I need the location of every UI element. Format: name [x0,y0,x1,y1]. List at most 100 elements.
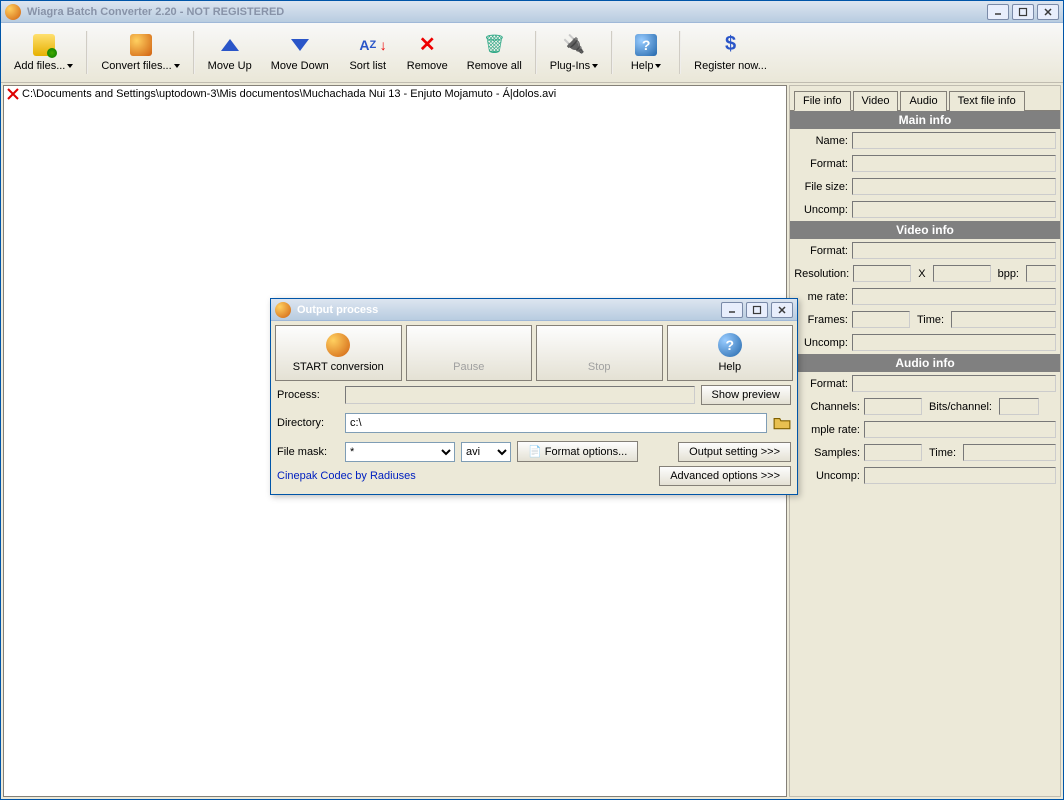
chevron-down-icon [174,64,180,68]
value-audio-format [852,375,1056,392]
extension-select[interactable]: avi [461,442,511,462]
sort-list-button[interactable]: AZ Sort list [339,25,397,80]
process-field [345,386,695,404]
value-res-w [853,265,911,282]
section-main-info: Main info [790,111,1060,129]
value-video-format [852,242,1056,259]
label-samples: Samples: [794,447,860,459]
label-format: Format: [794,158,848,170]
value-frames [852,311,910,328]
label-uncomp: Uncomp: [794,204,848,216]
file-path: C:\Documents and Settings\uptodown-3\Mis… [22,88,556,100]
value-video-time [951,311,1056,328]
value-audio-uncomp [864,467,1056,484]
tab-file-info[interactable]: File info [794,91,851,111]
label-file-size: File size: [794,181,848,193]
label-name: Name: [794,135,848,147]
output-process-dialog: Output process START conversion Pause St… [270,298,798,495]
convert-files-button[interactable]: Convert files... [92,25,188,80]
plug-icon: 🔌 [563,34,585,56]
convert-icon [326,333,350,357]
maximize-button[interactable] [1012,4,1034,20]
label-frame-rate: me rate: [794,291,848,303]
dialog-help-button[interactable]: ? Help [667,325,794,381]
value-bpp [1026,265,1056,282]
section-video-info: Video info [790,221,1060,239]
stop-button[interactable]: Stop [536,325,663,381]
start-conversion-button[interactable]: START conversion [275,325,402,381]
format-options-button[interactable]: 📄 Format options... [517,441,638,462]
pause-icon [457,333,481,357]
chevron-down-icon [592,64,598,68]
tab-text-file-info[interactable]: Text file info [949,91,1025,111]
remove-button[interactable]: ✕ Remove [398,25,457,80]
app-icon [275,302,291,318]
output-setting-button[interactable]: Output setting >>> [678,442,791,462]
label-audio-format: Format: [794,378,848,390]
label-process: Process: [277,389,339,401]
open-folder-icon[interactable] [773,414,791,432]
label-directory: Directory: [277,417,339,429]
trash-icon: 🗑 [483,34,505,56]
plugins-button[interactable]: 🔌 Plug-Ins [541,25,607,80]
advanced-options-button[interactable]: Advanced options >>> [659,466,791,486]
label-file-mask: File mask: [277,446,339,458]
value-samples [864,444,922,461]
value-frame-rate [852,288,1056,305]
label-sample-rate: mple rate: [794,424,860,436]
info-panel: File info Video Audio Text file info Mai… [789,85,1061,797]
label-video-uncomp: Uncomp: [794,337,848,349]
chevron-down-icon [655,64,661,68]
codec-link[interactable]: Cinepak Codec by Radiuses [277,470,416,482]
tab-audio[interactable]: Audio [900,91,946,111]
file-mask-select[interactable]: * [345,442,455,462]
dialog-titlebar[interactable]: Output process [271,299,797,321]
minimize-button[interactable] [987,4,1009,20]
value-sample-rate [864,421,1056,438]
dialog-title: Output process [297,304,721,316]
section-audio-info: Audio info [790,354,1060,372]
dialog-close-button[interactable] [771,302,793,318]
label-resolution: Resolution: [794,268,849,280]
value-uncomp [852,201,1056,218]
options-icon: 📄 [528,446,542,458]
arrow-down-icon [291,39,309,51]
add-files-button[interactable]: Add files... [5,25,82,80]
main-toolbar: Add files... Convert files... Move Up Mo… [1,23,1063,83]
value-format [852,155,1056,172]
value-bits-channel [999,398,1039,415]
register-now-button[interactable]: $ Register now... [685,25,776,80]
value-name [852,132,1056,149]
info-tabs: File info Video Audio Text file info [790,86,1060,110]
move-down-button[interactable]: Move Down [262,25,338,80]
chevron-down-icon [67,64,73,68]
show-preview-button[interactable]: Show preview [701,385,791,405]
convert-icon [130,34,152,56]
stop-icon [587,333,611,357]
dialog-maximize-button[interactable] [746,302,768,318]
directory-input[interactable] [345,413,767,433]
folder-add-icon [33,34,55,56]
value-channels [864,398,922,415]
help-icon: ? [718,333,742,357]
value-video-uncomp [852,334,1056,351]
help-icon: ? [635,34,657,56]
pause-button[interactable]: Pause [406,325,533,381]
tab-video[interactable]: Video [853,91,899,111]
file-error-icon [6,87,20,101]
move-up-button[interactable]: Move Up [199,25,261,80]
main-titlebar[interactable]: Wiagra Batch Converter 2.20 - NOT REGIST… [1,1,1063,23]
dollar-icon: $ [720,34,742,56]
help-button[interactable]: ? Help [617,25,675,80]
app-icon [5,4,21,20]
label-audio-uncomp: Uncomp: [794,470,860,482]
label-frames: Frames: [794,314,848,326]
label-video-format: Format: [794,245,848,257]
window-title: Wiagra Batch Converter 2.20 - NOT REGIST… [27,6,987,18]
file-list-item[interactable]: C:\Documents and Settings\uptodown-3\Mis… [4,86,786,102]
dialog-minimize-button[interactable] [721,302,743,318]
remove-icon: ✕ [416,34,438,56]
close-button[interactable] [1037,4,1059,20]
value-res-h [933,265,991,282]
remove-all-button[interactable]: 🗑 Remove all [458,25,531,80]
